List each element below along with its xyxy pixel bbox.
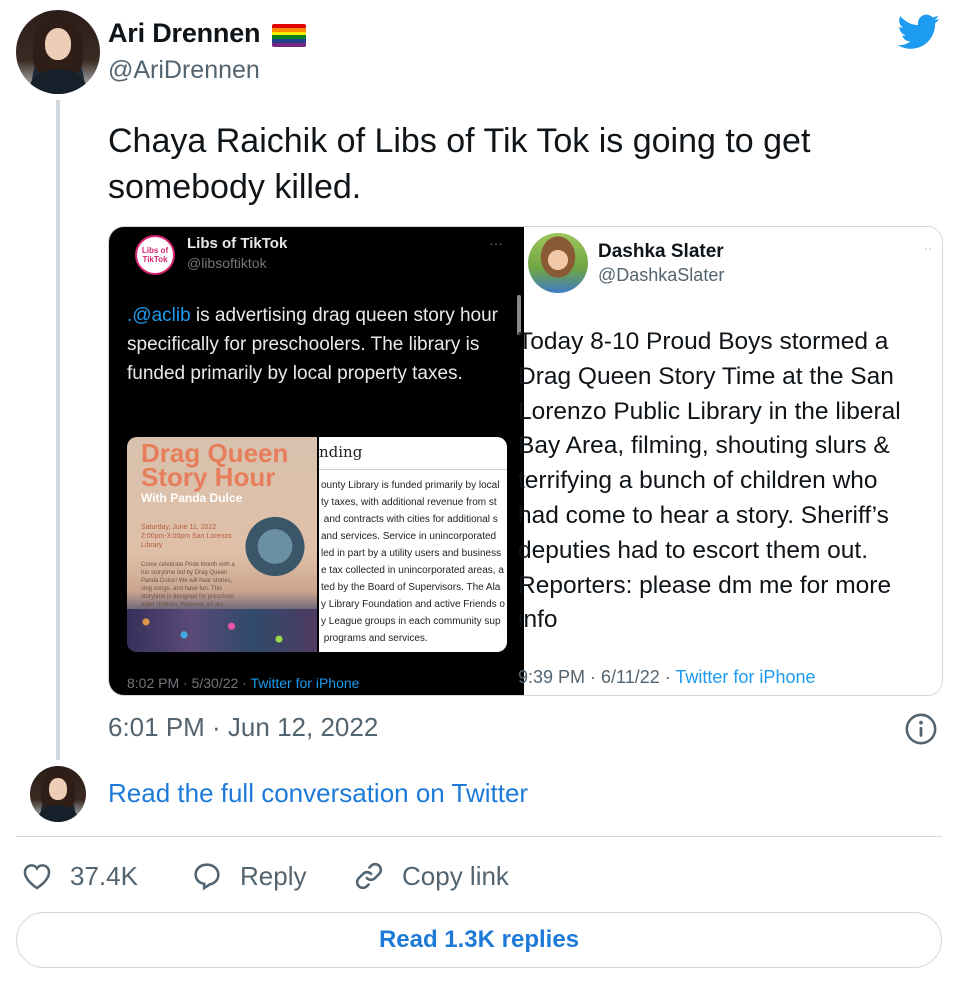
embedded-footer: 8:02 PM · 5/30/22 · Twitter for iPhone xyxy=(127,675,359,691)
poster-date: Saturday, June 11, 2022 2:00pm-3:00pm Sa… xyxy=(141,524,232,549)
embedded-screenshot-libs-of-tiktok: Libs of TikTok Libs of TikTok @libsoftik… xyxy=(109,227,524,695)
reply-label: Reply xyxy=(240,860,307,891)
heart-icon xyxy=(23,864,51,890)
embedded-footer-time: 8:02 PM · 5/30/22 · xyxy=(127,675,251,691)
copy-link-label: Copy link xyxy=(402,860,509,891)
more-icon: ··· xyxy=(489,235,503,251)
mention-link: .@aclib xyxy=(127,305,191,326)
embedded-author-handle: @DashkaSlater xyxy=(598,265,725,285)
reply-bubble-icon xyxy=(194,863,220,891)
embedded-footer: 9:39 PM · 6/11/22 · Twitter for iPhone xyxy=(518,667,815,688)
embedded-footer-source: Twitter for iPhone xyxy=(250,675,360,691)
author-handle[interactable]: @AriDrennen xyxy=(108,56,260,85)
pride-flag-icon xyxy=(272,24,306,47)
twitter-logo-icon[interactable] xyxy=(898,14,940,50)
document-body: ounty Library is funded primarily by loc… xyxy=(321,480,505,644)
embedded-screenshot-dashka-slater: Dashka Slater @DashkaSlater ·· Today 8-1… xyxy=(518,227,942,695)
document-heading: nding xyxy=(319,443,363,461)
like-count: 37.4K xyxy=(70,860,138,891)
performer-image xyxy=(245,515,305,585)
embedded-tweet-text: Today 8-10 Proud Boys stormed a Drag Que… xyxy=(518,328,901,634)
author-name[interactable]: Ari Drennen xyxy=(108,18,261,49)
tweet-text: Chaya Raichik of Libs of Tik Tok is goin… xyxy=(108,122,811,206)
drag-story-hour-poster: Drag Queen Story Hour With Panda Dulce S… xyxy=(127,437,317,652)
like-button[interactable]: 37.4K xyxy=(20,856,138,896)
thread-line xyxy=(56,100,60,760)
info-icon[interactable] xyxy=(904,712,938,746)
glitter-decoration xyxy=(127,609,317,652)
embedded-footer-source: Twitter for iPhone xyxy=(675,667,816,687)
reply-button[interactable]: Reply xyxy=(190,856,306,896)
dashka-avatar xyxy=(528,233,588,293)
copy-link-button[interactable]: Copy link xyxy=(352,856,509,896)
poster-subtitle: With Panda Dulce xyxy=(141,491,243,505)
tweet-media[interactable]: Libs of TikTok Libs of TikTok @libsoftik… xyxy=(108,226,943,696)
author-avatar-small[interactable] xyxy=(30,766,86,822)
link-icon xyxy=(355,862,383,890)
poster-title: Drag Queen Story Hour xyxy=(141,438,289,492)
embedded-tweet-text: .@aclib is advertising drag queen story … xyxy=(127,301,507,388)
divider xyxy=(16,836,942,837)
libs-of-tiktok-logo: Libs of TikTok xyxy=(135,235,175,275)
embedded-footer-time: 9:39 PM · 6/11/22 · xyxy=(518,667,676,687)
author-avatar[interactable] xyxy=(16,10,100,94)
embedded-author-name: Libs of TikTok xyxy=(187,235,288,252)
action-bar: 37.4K Reply Copy link xyxy=(0,856,956,896)
library-funding-document: nding ounty Library is funded primarily … xyxy=(319,437,507,652)
embedded-author-name: Dashka Slater xyxy=(598,241,724,262)
embedded-author-handle: @libsoftiktok xyxy=(187,255,267,271)
tweet-timestamp[interactable]: 6:01 PM · Jun 12, 2022 xyxy=(108,712,378,743)
more-icon: ·· xyxy=(924,241,932,255)
read-replies-button[interactable]: Read 1.3K replies xyxy=(16,912,942,968)
read-conversation-link[interactable]: Read the full conversation on Twitter xyxy=(108,778,528,809)
